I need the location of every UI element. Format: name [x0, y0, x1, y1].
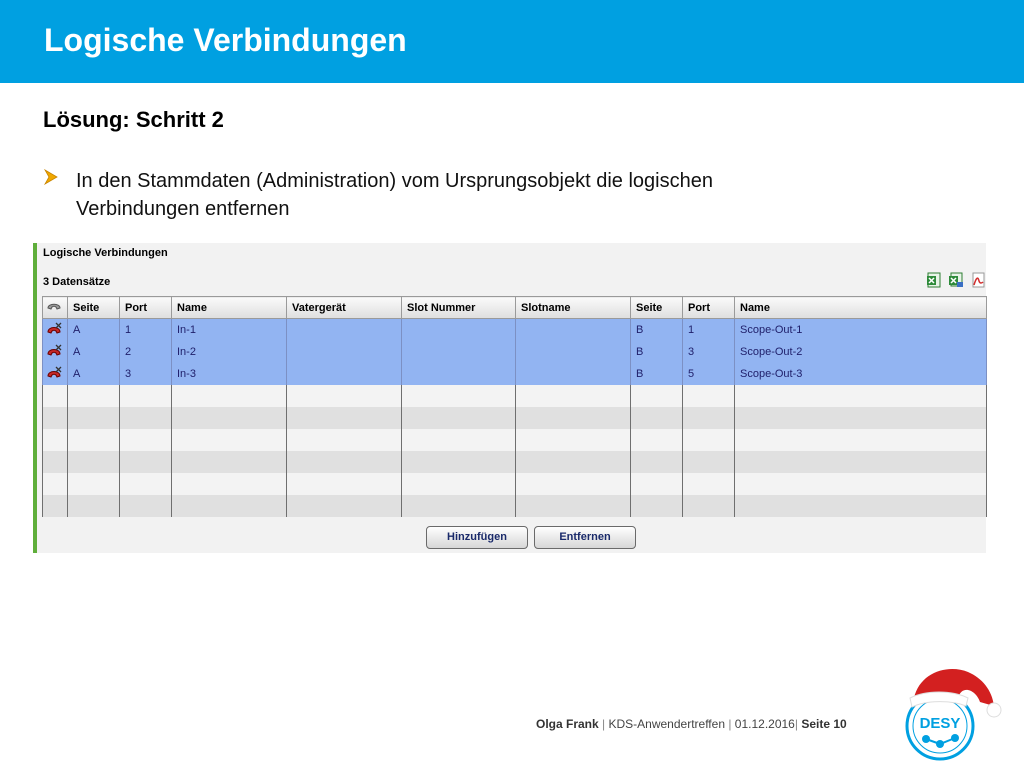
slide-subtitle: Lösung: Schritt 2 [43, 107, 224, 132]
table-header-row: Seite Port Name Vatergerät Slot Nummer S… [42, 296, 987, 319]
phone-icon [47, 303, 61, 310]
slide-footer: Olga Frank | KDS-Anwendertreffen | 01.12… [536, 717, 847, 731]
connections-table: Seite Port Name Vatergerät Slot Nummer S… [42, 296, 987, 517]
cell-port-a: 3 [119, 363, 172, 385]
remove-button[interactable]: Entfernen [534, 526, 636, 549]
cell-port-b: 1 [682, 318, 735, 341]
cell-slotname [515, 341, 631, 363]
cell-seite-a: A [67, 341, 120, 363]
bullet-line-2: Verbindungen entfernen [76, 198, 290, 220]
footer-separator: | [598, 717, 609, 731]
table-row[interactable]: A 3 In-3 B 5 Scope-Out-3 [42, 363, 987, 385]
column-header-slot-nummer[interactable]: Slot Nummer [401, 296, 516, 319]
cell-port-a: 2 [119, 341, 172, 363]
disconnect-cell[interactable] [42, 341, 68, 363]
cell-name-b: Scope-Out-1 [734, 318, 987, 341]
column-header-name-a[interactable]: Name [171, 296, 287, 319]
cell-seite-a: A [67, 363, 120, 385]
cell-slot-nummer [401, 318, 516, 341]
cell-slot-nummer [401, 341, 516, 363]
cell-vatergeraet [286, 318, 402, 341]
column-header-port-a[interactable]: Port [119, 296, 172, 319]
column-header-vatergeraet[interactable]: Vatergerät [286, 296, 402, 319]
table-row[interactable]: A 1 In-1 B 1 Scope-Out-1 [42, 318, 987, 341]
table-row[interactable]: A 2 In-2 B 3 Scope-Out-2 [42, 341, 987, 363]
column-header-name-b[interactable]: Name [734, 296, 987, 319]
empty-row [42, 429, 987, 451]
cell-port-b: 3 [682, 341, 735, 363]
cell-seite-a: A [67, 318, 120, 341]
cell-name-a: In-2 [171, 341, 287, 363]
panel-title: Logische Verbindungen [43, 247, 168, 259]
excel-export-icon[interactable] [926, 272, 942, 288]
column-header-disconnect [42, 296, 68, 319]
empty-row [42, 385, 987, 407]
disconnect-icon[interactable] [45, 321, 63, 337]
record-count: 3 Datensätze [43, 276, 111, 288]
empty-row [42, 495, 987, 517]
column-header-port-b[interactable]: Port [682, 296, 735, 319]
footer-author: Olga Frank [536, 717, 599, 731]
cell-slotname [515, 318, 631, 341]
cell-port-a: 1 [119, 318, 172, 341]
footer-date: 01.12.2016 [734, 717, 795, 731]
cell-seite-b: B [630, 341, 683, 363]
disconnect-icon[interactable] [45, 365, 63, 381]
disconnect-cell[interactable] [42, 363, 68, 385]
cell-name-a: In-1 [171, 318, 287, 341]
cell-vatergeraet [286, 363, 402, 385]
desy-logo-santa-hat: DESY [905, 669, 1002, 761]
slide-title: Logische Verbindungen [44, 22, 407, 58]
column-header-slotname[interactable]: Slotname [515, 296, 631, 319]
logo-text: DESY [920, 715, 961, 732]
column-header-seite-b[interactable]: Seite [630, 296, 683, 319]
excel-export-all-icon[interactable] [948, 272, 964, 288]
cell-name-b: Scope-Out-3 [734, 363, 987, 385]
empty-row [42, 407, 987, 429]
export-toolbar [926, 272, 986, 290]
add-button[interactable]: Hinzufügen [426, 526, 528, 549]
cell-seite-b: B [630, 363, 683, 385]
cell-name-b: Scope-Out-2 [734, 341, 987, 363]
cell-name-a: In-3 [171, 363, 287, 385]
empty-row [42, 473, 987, 495]
cell-vatergeraet [286, 341, 402, 363]
footer-page: Seite 10 [801, 717, 847, 731]
cell-slot-nummer [401, 363, 516, 385]
disconnect-cell[interactable] [42, 318, 68, 341]
footer-event: KDS-Anwendertreffen [608, 717, 725, 731]
footer-separator: | [725, 717, 735, 731]
cell-seite-b: B [630, 318, 683, 341]
bullet-text: In den Stammdaten (Administration) vom U… [76, 167, 876, 223]
bullet-line-1: In den Stammdaten (Administration) vom U… [76, 170, 713, 192]
title-bar: Logische Verbindungen [0, 0, 1024, 83]
cell-slotname [515, 363, 631, 385]
arrow-bullet-icon [44, 169, 58, 185]
empty-row [42, 451, 987, 473]
disconnect-icon[interactable] [45, 343, 63, 359]
column-header-seite-a[interactable]: Seite [67, 296, 120, 319]
cell-port-b: 5 [682, 363, 735, 385]
logical-connections-panel: Logische Verbindungen 3 Datensätze Seite… [33, 243, 987, 553]
pdf-export-icon[interactable] [970, 272, 986, 288]
